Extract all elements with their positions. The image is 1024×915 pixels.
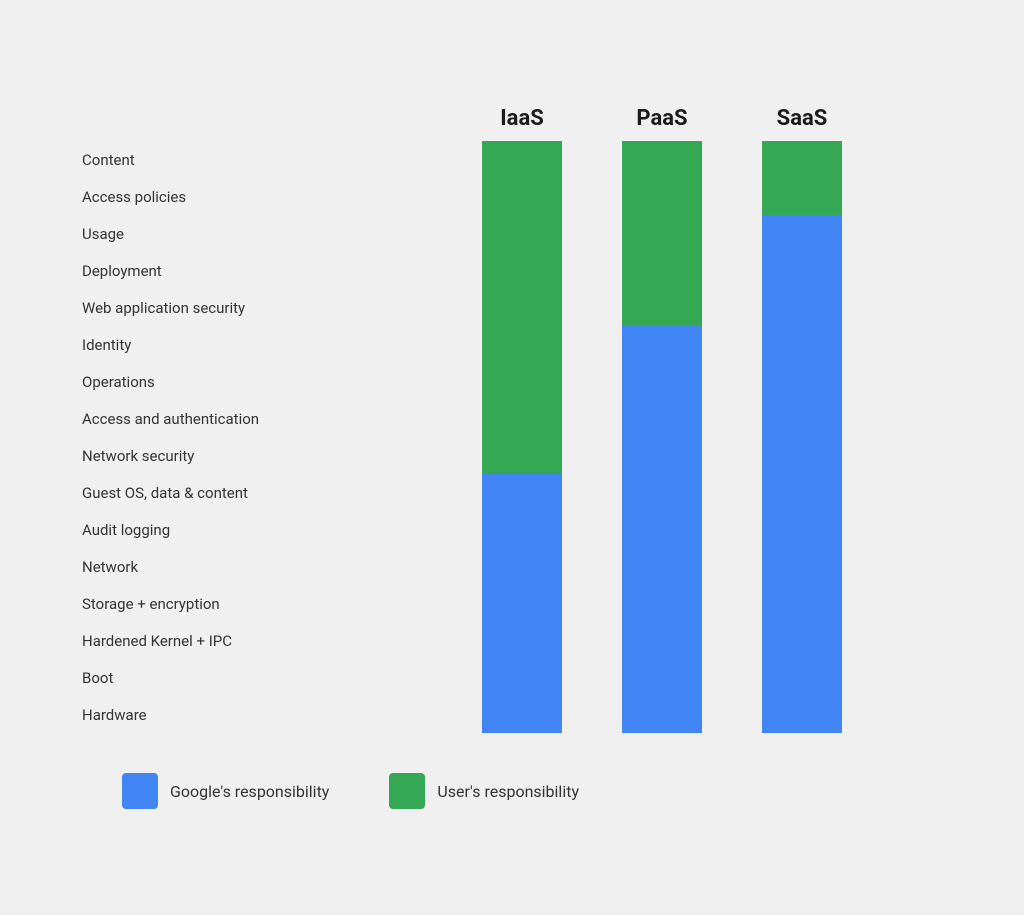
chart-body: Content Access policies Usage Deployment…	[82, 141, 942, 733]
legend-google-box	[122, 773, 158, 809]
legend-google-label: Google's responsibility	[170, 782, 329, 801]
chart-header: IaaS PaaS SaaS	[452, 106, 942, 131]
bar-paas-user	[622, 141, 702, 326]
label-guest-os: Guest OS, data & content	[82, 474, 452, 511]
label-usage: Usage	[82, 215, 452, 252]
label-network-security: Network security	[82, 437, 452, 474]
bars-area	[452, 141, 872, 733]
chart-inner: IaaS PaaS SaaS Content Access policies U…	[82, 106, 942, 809]
label-hardened-kernel: Hardened Kernel + IPC	[82, 622, 452, 659]
label-boot: Boot	[82, 659, 452, 696]
label-audit-logging: Audit logging	[82, 511, 452, 548]
bar-iaas-google	[482, 474, 562, 733]
legend-user-label: User's responsibility	[437, 782, 579, 801]
bar-saas-google	[762, 215, 842, 733]
bar-col-paas	[592, 141, 732, 733]
label-access-policies: Access policies	[82, 178, 452, 215]
labels-column: Content Access policies Usage Deployment…	[82, 141, 452, 733]
label-network: Network	[82, 548, 452, 585]
label-storage-encryption: Storage + encryption	[82, 585, 452, 622]
label-access-auth: Access and authentication	[82, 400, 452, 437]
label-operations: Operations	[82, 363, 452, 400]
bar-saas	[762, 141, 842, 733]
legend: Google's responsibility User's responsib…	[82, 773, 942, 809]
legend-user-box	[389, 773, 425, 809]
label-content: Content	[82, 141, 452, 178]
label-deployment: Deployment	[82, 252, 452, 289]
label-hardware: Hardware	[82, 696, 452, 733]
col-header-saas: SaaS	[732, 106, 872, 131]
label-web-app-security: Web application security	[82, 289, 452, 326]
label-identity: Identity	[82, 326, 452, 363]
bar-iaas	[482, 141, 562, 733]
legend-google: Google's responsibility	[122, 773, 329, 809]
bar-paas-google	[622, 326, 702, 733]
bar-col-iaas	[452, 141, 592, 733]
col-header-iaas: IaaS	[452, 106, 592, 131]
bar-paas	[622, 141, 702, 733]
legend-user: User's responsibility	[389, 773, 579, 809]
col-header-paas: PaaS	[592, 106, 732, 131]
bar-iaas-user	[482, 141, 562, 474]
bar-col-saas	[732, 141, 872, 733]
bar-saas-user	[762, 141, 842, 215]
chart-container: IaaS PaaS SaaS Content Access policies U…	[0, 0, 1024, 915]
